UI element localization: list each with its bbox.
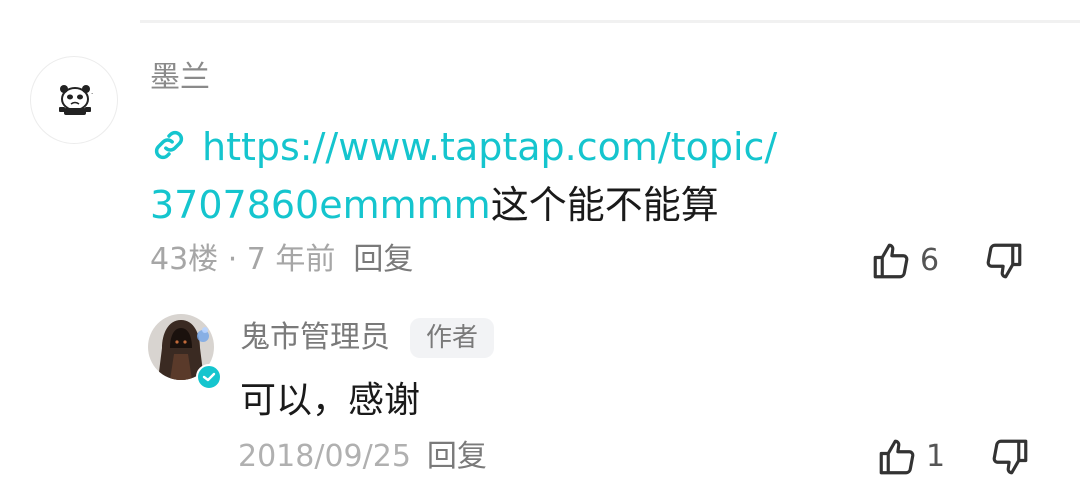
author-badge: 作者 bbox=[410, 318, 495, 358]
top-divider bbox=[140, 20, 1080, 23]
floor-number: 43楼 bbox=[150, 242, 219, 277]
link-text-line2[interactable]: 3707860emmmm bbox=[150, 183, 491, 227]
thumbs-up-icon bbox=[873, 243, 909, 279]
commenter-username[interactable]: 墨兰 bbox=[150, 58, 210, 98]
link-icon bbox=[154, 130, 184, 160]
reply-date: 2018/09/25 bbox=[238, 439, 411, 474]
reply-votes: 1 bbox=[876, 436, 1031, 478]
verified-badge bbox=[196, 364, 222, 390]
link-text-line1[interactable]: https://www.taptap.com/topic/ bbox=[202, 125, 777, 169]
thumbs-down-icon bbox=[986, 243, 1022, 279]
reply-meta: 2018/09/25 回复 bbox=[238, 437, 487, 477]
thumbs-down-icon bbox=[992, 439, 1028, 475]
comment-body: https://www.taptap.com/topic/3707860emmm… bbox=[150, 118, 850, 234]
svg-text:.: . bbox=[91, 88, 93, 96]
comment-votes: 6 bbox=[870, 240, 1025, 282]
reply-text: 可以，感谢 bbox=[240, 380, 421, 421]
reply-button[interactable]: 回复 bbox=[353, 242, 413, 277]
commenter-avatar[interactable]: . bbox=[30, 56, 118, 144]
reply-avatar[interactable] bbox=[148, 314, 222, 390]
reply-like-count: 1 bbox=[926, 439, 946, 474]
dislike-button[interactable] bbox=[983, 240, 1025, 282]
comment-time: 7 年前 bbox=[246, 242, 336, 277]
meta-separator: · bbox=[218, 242, 247, 277]
thumbs-up-icon bbox=[879, 439, 915, 475]
like-button[interactable]: 6 bbox=[870, 240, 939, 282]
comment-text: 这个能不能算 bbox=[490, 183, 719, 227]
reply-like-button[interactable]: 1 bbox=[876, 436, 945, 478]
verified-check-icon bbox=[202, 372, 216, 382]
like-count: 6 bbox=[920, 243, 940, 278]
panda-avatar-icon: . bbox=[59, 85, 93, 115]
comment-meta: 43楼 · 7 年前 回复 bbox=[150, 240, 413, 280]
reply-reply-button[interactable]: 回复 bbox=[427, 439, 487, 474]
reply-username[interactable]: 鬼市管理员 bbox=[240, 318, 390, 358]
reply-dislike-button[interactable] bbox=[989, 436, 1031, 478]
